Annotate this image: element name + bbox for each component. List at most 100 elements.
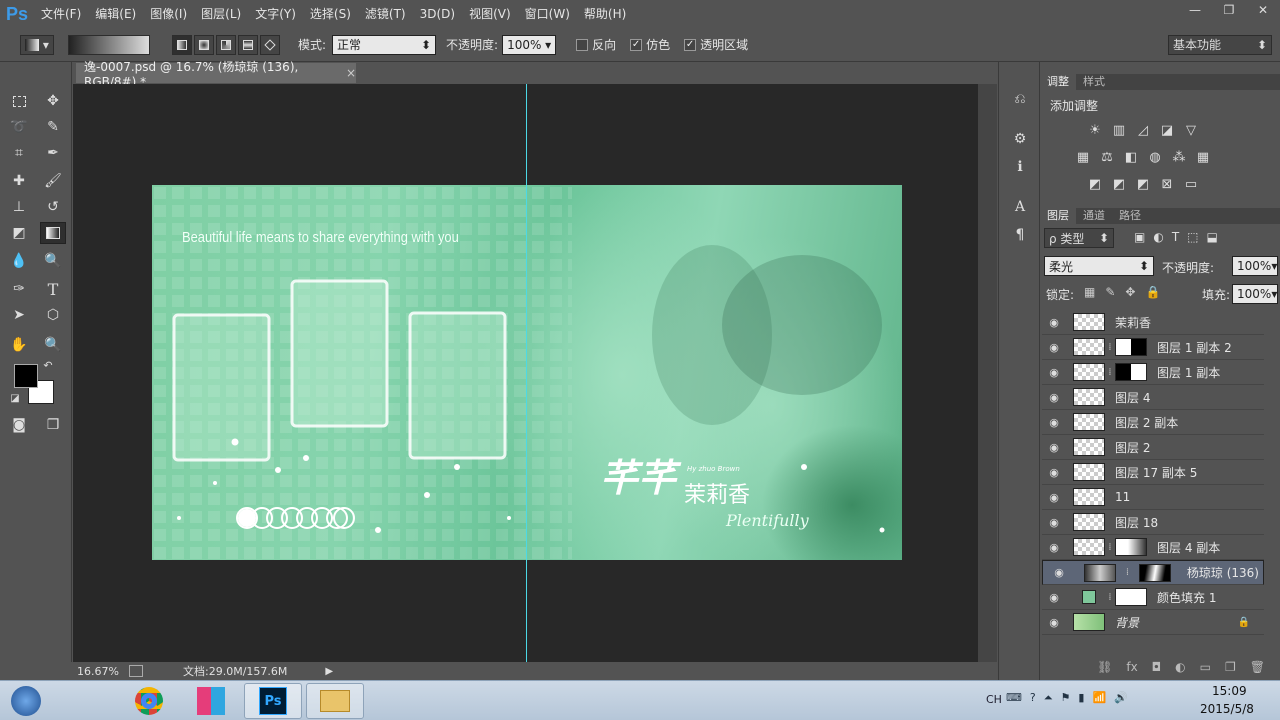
- close-button[interactable]: ✕: [1246, 0, 1280, 20]
- layer-mask-thumbnail[interactable]: [1138, 563, 1171, 582]
- hand-tool[interactable]: ✋: [6, 334, 32, 356]
- mask-link-icon[interactable]: ⁞: [1105, 542, 1115, 553]
- info-panel-icon[interactable]: ℹ: [1009, 156, 1031, 178]
- linear-gradient-button[interactable]: [172, 34, 192, 55]
- shape-filter-icon[interactable]: ⬚: [1187, 230, 1198, 244]
- crop-tool[interactable]: ⌗: [6, 142, 32, 164]
- clock-time[interactable]: 15:09: [1212, 684, 1247, 698]
- screen-mode-button[interactable]: ❐: [40, 414, 66, 436]
- invert-icon[interactable]: ◩: [1086, 176, 1104, 192]
- menu-2[interactable]: 图像(I): [143, 0, 194, 28]
- blend-mode-select[interactable]: 柔光 ⬍: [1044, 256, 1154, 276]
- delete-layer-icon[interactable]: 🗑: [1250, 660, 1265, 680]
- eyedropper-tool[interactable]: ✒: [40, 142, 66, 164]
- mask-link-icon[interactable]: ⁞: [1105, 342, 1115, 353]
- exposure-icon[interactable]: ◪: [1158, 122, 1176, 138]
- layer-row[interactable]: ◉ ⁞ 图层 4 副本: [1042, 535, 1264, 560]
- tab-adjustments[interactable]: 调整: [1040, 74, 1076, 90]
- angle-gradient-button[interactable]: [216, 34, 236, 55]
- lock-paint-icon[interactable]: ✎: [1105, 285, 1115, 299]
- tab-layers[interactable]: 图层: [1040, 208, 1076, 224]
- layer-mask-thumbnail[interactable]: [1115, 338, 1147, 356]
- layer-row[interactable]: ◉ 图层 17 副本 5: [1042, 460, 1264, 485]
- shape-tool[interactable]: ⬡: [40, 304, 66, 326]
- brightness-icon[interactable]: ☀: [1086, 122, 1104, 138]
- smart-filter-icon[interactable]: ⬓: [1207, 230, 1218, 244]
- layer-row[interactable]: ◉ 图层 2: [1042, 435, 1264, 460]
- transparency-checkbox[interactable]: ✓: [684, 38, 697, 51]
- history-brush-tool[interactable]: ↺: [40, 196, 66, 218]
- history-panel-icon[interactable]: ⎌: [1009, 88, 1031, 110]
- ime-indicator[interactable]: CH: [986, 693, 1002, 706]
- layer-row[interactable]: ◉ ⁞ 图层 1 副本 2: [1042, 335, 1264, 360]
- flag-icon[interactable]: ⚑: [1061, 691, 1071, 705]
- layer-filter-select[interactable]: ρ 类型 ⬍: [1044, 228, 1114, 248]
- adjust-filter-icon[interactable]: ◐: [1153, 230, 1163, 244]
- artboard-image[interactable]: Beautiful life means to share everything…: [152, 185, 902, 560]
- posterize-icon[interactable]: ◩: [1110, 176, 1128, 192]
- foreground-color-swatch[interactable]: [14, 364, 38, 388]
- healing-tool[interactable]: ✚: [6, 170, 32, 192]
- color-balance-icon[interactable]: ⚖: [1098, 149, 1116, 165]
- layer-row[interactable]: ◉ 图层 18: [1042, 510, 1264, 535]
- lasso-tool[interactable]: ➰: [6, 116, 32, 138]
- signal-icon[interactable]: 📶: [1092, 691, 1106, 705]
- minimize-button[interactable]: —: [1178, 0, 1212, 20]
- vertical-scrollbar[interactable]: [978, 84, 997, 662]
- clock-date[interactable]: 2015/5/8: [1200, 702, 1254, 716]
- channel-mixer-icon[interactable]: ⁂: [1170, 149, 1188, 165]
- quick-select-tool[interactable]: ✎: [40, 116, 66, 138]
- layer-mask-thumbnail[interactable]: [1115, 588, 1147, 606]
- character-panel-icon[interactable]: A: [1009, 196, 1031, 218]
- close-tab-icon[interactable]: ×: [346, 66, 356, 80]
- visibility-eye-icon[interactable]: ◉: [1042, 541, 1066, 554]
- marquee-tool[interactable]: [6, 90, 32, 112]
- keyboard-icon[interactable]: ⌨: [1006, 691, 1022, 705]
- default-colors-button[interactable]: ◪: [8, 392, 22, 404]
- layer-row[interactable]: ◉ 图层 2 副本: [1042, 410, 1264, 435]
- layer-mask-thumbnail[interactable]: [1115, 363, 1147, 381]
- layer-row[interactable]: ◉ 图层 4: [1042, 385, 1264, 410]
- document-tab[interactable]: 逸-0007.psd @ 16.7% (杨琼琼 (136), RGB/8#) *…: [76, 60, 356, 89]
- reflected-gradient-button[interactable]: [238, 34, 258, 55]
- fill-field[interactable]: 100% ▾: [1232, 284, 1278, 304]
- visibility-eye-icon[interactable]: ◉: [1042, 491, 1066, 504]
- taskbar-explorer[interactable]: [306, 683, 364, 719]
- threshold-icon[interactable]: ◩: [1134, 176, 1152, 192]
- layer-opacity-field[interactable]: 100% ▾: [1232, 256, 1278, 276]
- move-tool[interactable]: ✥: [40, 90, 66, 112]
- visibility-eye-icon[interactable]: ◉: [1042, 416, 1066, 429]
- layer-mask-thumbnail[interactable]: [1115, 538, 1147, 556]
- menu-0[interactable]: 文件(F): [34, 0, 88, 28]
- dither-checkbox[interactable]: ✓: [630, 38, 643, 51]
- gradient-picker[interactable]: [68, 34, 150, 55]
- brush-tool[interactable]: 🖌: [40, 170, 66, 192]
- selective-color-icon[interactable]: ⊠: [1158, 176, 1176, 192]
- layer-row[interactable]: ◉ 背景 🔒: [1042, 610, 1264, 635]
- network-icon[interactable]: ▮: [1078, 691, 1084, 705]
- properties-panel-icon[interactable]: ⚙: [1009, 128, 1031, 150]
- menu-4[interactable]: 文字(Y): [248, 0, 303, 28]
- tab-styles[interactable]: 样式: [1076, 74, 1112, 90]
- menu-10[interactable]: 帮助(H): [577, 0, 633, 28]
- layer-row[interactable]: ◉ ⁞ 颜色填充 1: [1042, 585, 1264, 610]
- levels-icon[interactable]: ▥: [1110, 122, 1128, 138]
- blur-tool[interactable]: 💧: [6, 250, 32, 272]
- start-button[interactable]: [2, 683, 50, 719]
- radial-gradient-button[interactable]: [194, 34, 214, 55]
- menu-9[interactable]: 窗口(W): [518, 0, 577, 28]
- path-select-tool[interactable]: ➤: [6, 304, 32, 326]
- visibility-eye-icon[interactable]: ◉: [1042, 341, 1066, 354]
- layer-row[interactable]: ◉ ⁞ 杨琼琼 (136): [1042, 560, 1264, 585]
- tool-preset-picker[interactable]: ▾: [20, 34, 54, 55]
- new-group-icon[interactable]: ▭: [1200, 660, 1211, 680]
- taskbar-chrome[interactable]: [120, 683, 178, 719]
- gradient-tool[interactable]: [40, 222, 66, 244]
- menu-6[interactable]: 滤镜(T): [358, 0, 413, 28]
- new-adjustment-icon[interactable]: ◐: [1175, 660, 1185, 680]
- visibility-eye-icon[interactable]: ◉: [1042, 366, 1066, 379]
- color-lookup-icon[interactable]: ▦: [1194, 149, 1212, 165]
- tray-arrow-icon[interactable]: ⏶: [1044, 691, 1053, 705]
- lock-position-icon[interactable]: ✥: [1125, 285, 1135, 299]
- image-filter-icon[interactable]: ▣: [1134, 230, 1145, 244]
